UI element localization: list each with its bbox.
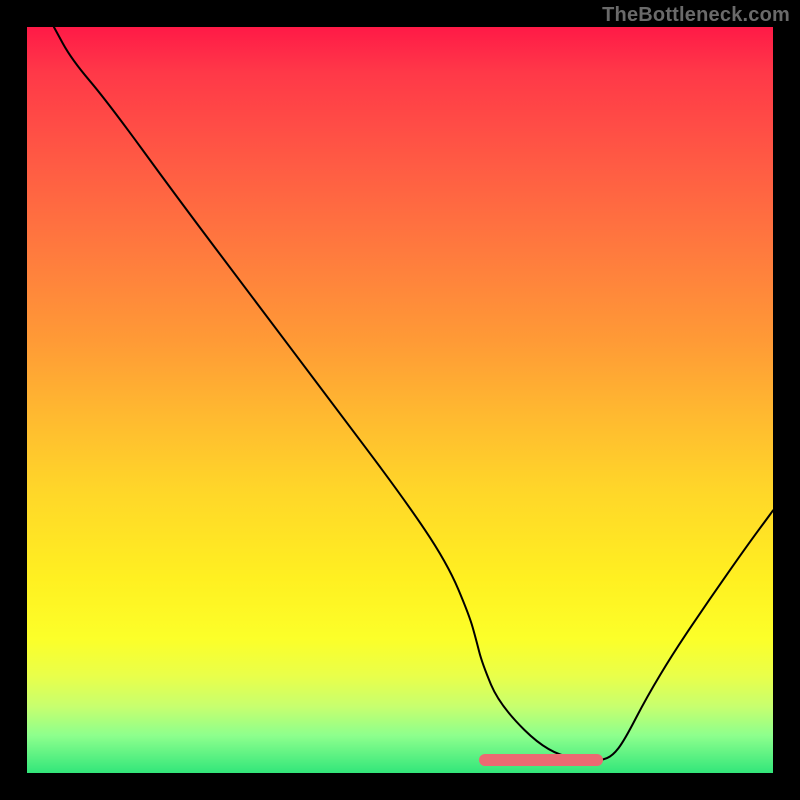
watermark-text: TheBottleneck.com <box>602 4 790 27</box>
optimal-range-marker <box>479 754 603 766</box>
chart-plot-area <box>27 27 773 773</box>
bottleneck-curve <box>27 27 773 773</box>
